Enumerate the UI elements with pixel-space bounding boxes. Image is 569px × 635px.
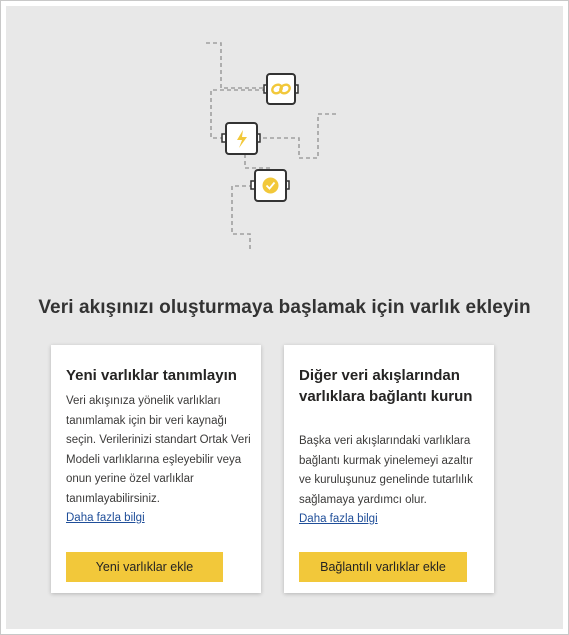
- connector-line: [258, 113, 336, 159]
- window-frame: Veri akışınızı oluşturmaya başlamak için…: [0, 0, 569, 635]
- check-node: [250, 169, 290, 202]
- card-description: Başka veri akışlarındaki varlıklara bağl…: [299, 432, 484, 530]
- empty-state-panel: Veri akışınızı oluşturmaya başlamak için…: [6, 6, 563, 629]
- card-description-text: Veri akışınıza yönelik varlıkları tanıml…: [66, 395, 251, 505]
- card-description: Veri akışınıza yönelik varlıkları tanıml…: [66, 392, 251, 529]
- card-description-text: Başka veri akışlarındaki varlıklara bağl…: [299, 435, 473, 506]
- connector-line: [244, 154, 270, 169]
- define-new-entities-card: Yeni varlıklar tanımlayın Veri akışınıza…: [51, 345, 261, 593]
- link-node: [263, 73, 299, 105]
- connector-line: [206, 42, 266, 89]
- lightning-node: [221, 122, 261, 155]
- checkmark-badge-icon: [262, 177, 279, 194]
- card-title: Diğer veri akışlarından varlıklara bağla…: [299, 367, 473, 405]
- link-entities-card: Diğer veri akışlarından varlıklara bağla…: [284, 345, 494, 593]
- page-title: Veri akışınızı oluşturmaya başlamak için…: [38, 297, 531, 318]
- card-title: Yeni varlıklar tanımlayın: [66, 367, 237, 384]
- dataflow-illustration: [206, 42, 336, 252]
- add-new-entities-button[interactable]: Yeni varlıklar ekle: [66, 552, 223, 582]
- learn-more-link[interactable]: Daha fazla bilgi: [66, 509, 145, 529]
- learn-more-link[interactable]: Daha fazla bilgi: [299, 510, 378, 530]
- add-linked-entities-button[interactable]: Bağlantılı varlıklar ekle: [299, 552, 467, 582]
- connector-line: [231, 185, 253, 252]
